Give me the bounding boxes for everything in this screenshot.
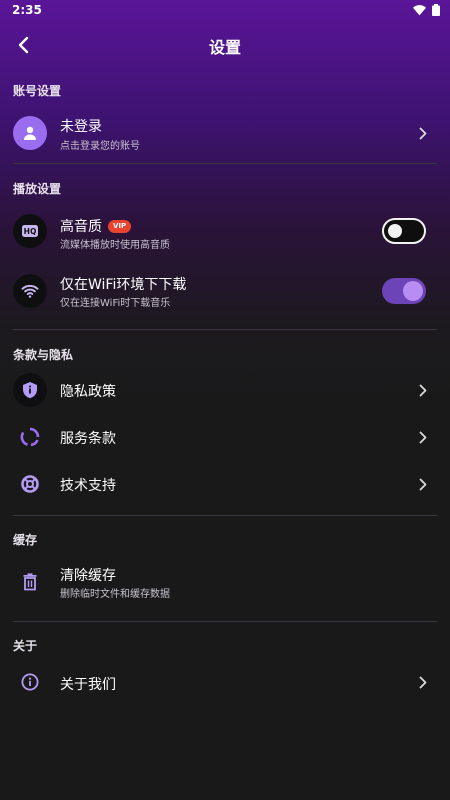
section-label-playback: 播放设置 [13,182,62,196]
chevron-right-icon [416,430,430,444]
about-us-row[interactable]: 关于我们 [0,664,450,700]
clear-cache-subtitle: 删除临时文件和缓存数据 [60,589,170,600]
section-label-account: 账号设置 [13,84,62,98]
wifi-download-title: 仅在WiFi环境下下载 [60,277,187,293]
section-label-cache: 缓存 [13,533,38,547]
user-avatar-icon [13,116,47,150]
privacy-policy-row[interactable]: 隐私政策 [0,372,450,408]
chevron-right-icon [416,477,430,491]
hq-title-line: 高音质 VIP [60,216,132,236]
status-bar: 2:35 [0,0,450,22]
status-icons [413,4,440,16]
shield-icon [13,373,47,407]
tech-support-title: 技术支持 [60,478,116,494]
login-subtitle: 点击登录您的账号 [60,141,140,152]
wifi-signal-icon [413,4,426,15]
battery-icon [432,4,440,16]
hq-subtitle: 流媒体播放时使用高音质 [60,240,170,251]
login-row[interactable]: 未登录 点击登录您的账号 [0,112,450,156]
hq-toggle[interactable] [382,218,426,244]
loading-circle-icon [13,420,47,454]
hq-row: HQ 高音质 VIP 流媒体播放时使用高音质 [0,212,450,252]
status-time: 2:35 [12,3,42,17]
toggle-knob [388,224,402,238]
divider [13,515,437,516]
wifi-download-subtitle: 仅在连接WiFi时下载音乐 [60,298,171,309]
wifi-icon [13,274,47,308]
vip-badge: VIP [108,220,132,233]
chevron-right-icon [416,126,430,140]
section-label-terms: 条款与隐私 [13,348,74,362]
chevron-right-icon [416,675,430,689]
divider [13,329,437,330]
wifi-download-toggle[interactable] [382,278,426,304]
divider [13,621,437,622]
trash-icon [13,565,47,599]
wifi-download-row: 仅在WiFi环境下下载 仅在连接WiFi时下载音乐 [0,272,450,312]
terms-of-service-row[interactable]: 服务条款 [0,419,450,455]
chevron-right-icon [416,383,430,397]
info-icon [13,665,47,699]
svg-text:HQ: HQ [24,227,37,236]
about-us-title: 关于我们 [60,677,116,693]
terms-of-service-title: 服务条款 [60,431,116,447]
page-title: 设置 [208,38,241,57]
hq-icon: HQ [13,214,47,248]
divider [13,163,437,164]
privacy-policy-title: 隐私政策 [60,384,116,400]
hq-title: 高音质 [60,219,102,235]
section-label-about: 关于 [13,639,38,653]
clear-cache-row[interactable]: 清除缓存 删除临时文件和缓存数据 [0,563,450,603]
login-title: 未登录 [60,119,102,135]
toggle-knob [403,281,423,301]
lifebuoy-icon [13,467,47,501]
tech-support-row[interactable]: 技术支持 [0,466,450,502]
app-bar: 设置 [0,28,450,62]
clear-cache-title: 清除缓存 [60,568,116,584]
